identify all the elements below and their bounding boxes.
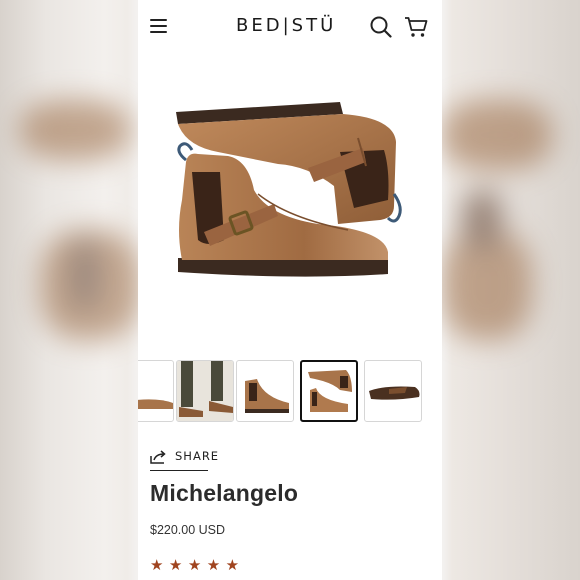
thumbnail-3[interactable] — [236, 360, 294, 422]
star-icon: ★ — [187, 556, 202, 574]
product-price: $220.00 USD — [150, 523, 226, 537]
background-blur-left — [0, 80, 140, 380]
thumbnail-5[interactable] — [364, 360, 422, 422]
star-icon: ★ — [225, 556, 240, 574]
product-page: BED|STÜ SHARE Michelangelo $220.00 USD ★… — [138, 0, 442, 580]
thumbnail-strip — [138, 360, 442, 426]
share-label: SHARE — [175, 449, 220, 463]
hamburger-menu-icon[interactable] — [150, 19, 167, 33]
top-navigation-bar: BED|STÜ — [138, 0, 442, 54]
star-icon: ★ — [168, 556, 183, 574]
share-link[interactable]: SHARE — [150, 448, 218, 471]
boot-pair-image[interactable] — [158, 90, 418, 310]
share-icon — [150, 450, 166, 464]
brand-logo[interactable]: BED|STÜ — [236, 15, 336, 36]
thumbnail-2[interactable] — [176, 360, 234, 422]
cart-icon[interactable] — [404, 16, 428, 38]
thumbnail-4[interactable] — [300, 360, 358, 422]
rating-stars[interactable]: ★ ★ ★ ★ ★ — [150, 556, 240, 574]
star-icon: ★ — [150, 556, 164, 574]
product-title: Michelangelo — [150, 480, 299, 506]
search-icon[interactable] — [370, 16, 392, 38]
background-blur-right — [442, 80, 580, 380]
thumbnail-1[interactable] — [138, 360, 174, 422]
star-icon: ★ — [206, 556, 221, 574]
